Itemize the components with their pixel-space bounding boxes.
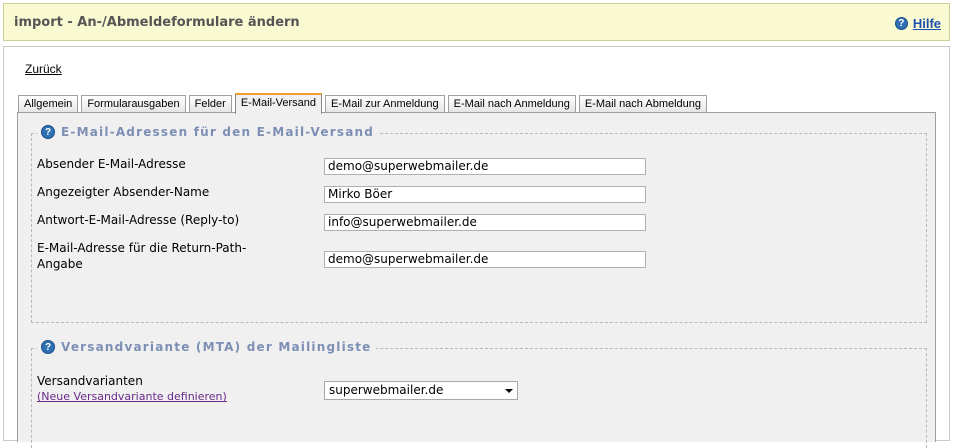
chevron-down-icon[interactable] bbox=[505, 389, 513, 393]
mta-legend: ? Versandvariante (MTA) der Mailingliste bbox=[37, 340, 376, 354]
tab-email-versand[interactable]: E-Mail-Versand bbox=[234, 93, 323, 114]
mta-select-value: superwebmailer.de bbox=[329, 383, 444, 397]
return-path-field[interactable]: demo@superwebmailer.de bbox=[324, 251, 646, 268]
return-path-label-line1: E-Mail-Adresse für die Return-Path- bbox=[37, 241, 247, 255]
help-icon[interactable]: ? bbox=[41, 340, 55, 354]
tab-felder[interactable]: Felder bbox=[188, 95, 232, 113]
email-addresses-legend: ? E-Mail-Adressen für den E-Mail-Versand bbox=[37, 125, 379, 139]
new-mta-link[interactable]: (Neue Versandvariante definieren) bbox=[37, 390, 227, 403]
tab-email-zur-anmeldung[interactable]: E-Mail zur Anmeldung bbox=[325, 95, 445, 113]
tab-panel: ? E-Mail-Adressen für den E-Mail-Versand… bbox=[17, 112, 936, 448]
legend-text: E-Mail-Adressen für den E-Mail-Versand bbox=[61, 125, 375, 139]
reply-to-label: Antwort-E-Mail-Adresse (Reply-to) bbox=[37, 213, 240, 227]
help-area[interactable]: ? Hilfe bbox=[894, 16, 941, 31]
tab-bar: Allgemein Formularausgaben Felder E-Mail… bbox=[18, 93, 710, 114]
help-link[interactable]: Hilfe bbox=[913, 16, 941, 31]
sender-email-field[interactable]: demo@superwebmailer.de bbox=[324, 158, 646, 175]
sender-name-label: Angezeigter Absender-Name bbox=[37, 185, 210, 199]
tab-email-nach-abmeldung[interactable]: E-Mail nach Abmeldung bbox=[578, 95, 708, 113]
mta-fieldset: ? Versandvariante (MTA) der Mailingliste… bbox=[31, 340, 927, 448]
return-path-label-line2: Angabe bbox=[37, 257, 83, 271]
page-title: import - An-/Abmeldeformulare ändern bbox=[14, 15, 300, 30]
help-icon[interactable]: ? bbox=[41, 125, 55, 139]
tab-email-nach-anmeldung[interactable]: E-Mail nach Anmeldung bbox=[447, 95, 576, 113]
sender-name-field[interactable]: Mirko Böer bbox=[324, 186, 646, 203]
help-icon[interactable]: ? bbox=[894, 17, 908, 30]
back-link[interactable]: Zurück bbox=[25, 62, 62, 76]
sender-email-label: Absender E-Mail-Adresse bbox=[37, 157, 186, 171]
tab-formularausgaben[interactable]: Formularausgaben bbox=[81, 95, 186, 113]
email-addresses-fieldset: ? E-Mail-Adressen für den E-Mail-Versand… bbox=[31, 125, 927, 323]
mta-select[interactable]: superwebmailer.de bbox=[324, 381, 518, 400]
reply-to-field[interactable]: info@superwebmailer.de bbox=[324, 214, 646, 231]
content-area: Zurück Allgemein Formularausgaben Felder… bbox=[3, 46, 950, 448]
legend-text: Versandvariante (MTA) der Mailingliste bbox=[61, 340, 372, 354]
mta-label: Versandvarianten bbox=[37, 374, 143, 388]
tab-allgemein[interactable]: Allgemein bbox=[18, 95, 79, 113]
title-bar: import - An-/Abmeldeformulare ändern ? H… bbox=[3, 3, 950, 41]
